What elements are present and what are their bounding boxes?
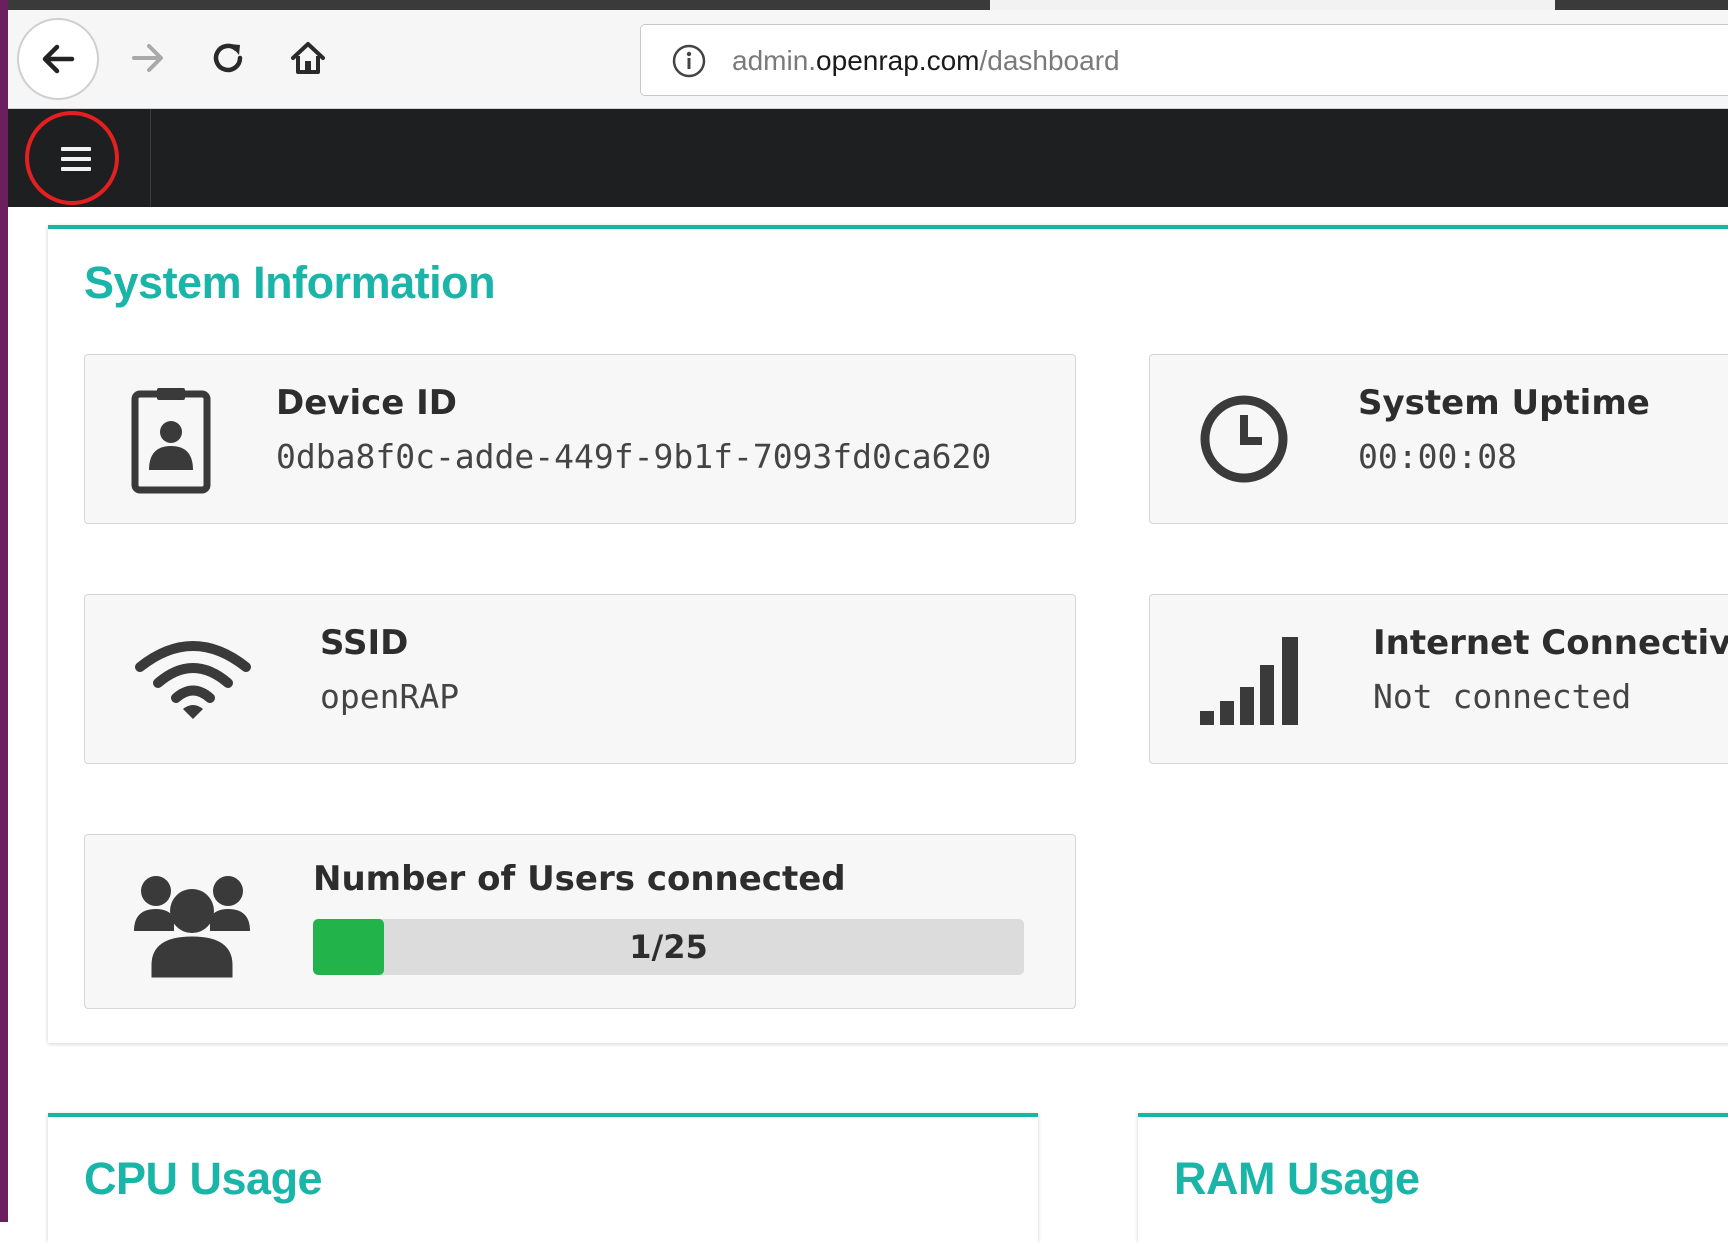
panel-title: RAM Usage	[1174, 1153, 1420, 1204]
reload-icon	[213, 43, 243, 73]
ram-usage-panel: RAM Usage	[1138, 1113, 1728, 1243]
menu-bar-line	[61, 157, 91, 161]
ssid-label: SSID	[320, 623, 409, 663]
system-uptime-label: System Uptime	[1358, 383, 1650, 423]
home-icon	[291, 42, 325, 74]
browser-tab[interactable]	[1555, 0, 1728, 10]
address-bar[interactable]: admin.openrap.com/dashboard	[640, 24, 1728, 96]
menu-bar-line	[61, 147, 91, 151]
internet-connectivity-value: Not connected	[1373, 677, 1632, 716]
back-button[interactable]	[17, 18, 99, 100]
wifi-icon	[133, 633, 253, 723]
users-progress-bar: 1/25	[313, 919, 1024, 975]
clock-icon	[1196, 391, 1292, 487]
info-circle-icon[interactable]	[671, 43, 707, 79]
arrow-right-icon	[132, 44, 163, 72]
panel-title: System Information	[84, 257, 496, 308]
arrow-left-icon	[42, 44, 75, 74]
url-prefix: admin.	[732, 45, 817, 76]
dashboard-content: System Information Device ID 0dba8f0c-ad…	[8, 207, 1728, 1243]
menu-bar-line	[61, 167, 91, 171]
internet-connectivity-card: Internet Connectivi Not connected	[1149, 594, 1728, 764]
device-id-value: 0dba8f0c-adde-449f-9b1f-7093fd0ca620	[276, 437, 992, 476]
forward-button[interactable]	[120, 30, 176, 86]
users-group-icon	[133, 871, 251, 981]
window-left-edge	[0, 0, 8, 1222]
home-button[interactable]	[280, 30, 336, 86]
ssid-value: openRAP	[320, 677, 460, 716]
users-connected-card: Number of Users connected 1/25	[84, 834, 1076, 1009]
url-text: admin.openrap.com/dashboard	[732, 43, 1120, 79]
users-progress-text: 1/25	[629, 928, 708, 966]
system-uptime-value: 00:00:08	[1358, 437, 1517, 476]
navbar-divider	[150, 109, 151, 207]
hamburger-menu-icon[interactable]	[48, 139, 104, 179]
browser-tab[interactable]	[8, 0, 990, 10]
system-uptime-card: System Uptime 00:00:08	[1149, 354, 1728, 524]
ssid-card: SSID openRAP	[84, 594, 1076, 764]
device-id-card: Device ID 0dba8f0c-adde-449f-9b1f-7093fd…	[84, 354, 1076, 524]
internet-connectivity-label: Internet Connectivi	[1373, 623, 1728, 663]
cpu-usage-panel: CPU Usage	[48, 1113, 1038, 1243]
url-host: openrap.com	[816, 45, 980, 76]
panel-title: CPU Usage	[84, 1153, 323, 1204]
device-id-label: Device ID	[276, 383, 458, 423]
system-information-panel: System Information Device ID 0dba8f0c-ad…	[48, 225, 1728, 1043]
browser-toolbar: admin.openrap.com/dashboard	[8, 10, 1728, 109]
id-badge-icon	[125, 381, 217, 501]
signal-bars-icon	[1198, 633, 1306, 725]
users-connected-label: Number of Users connected	[313, 859, 846, 899]
url-path: /dashboard	[979, 45, 1120, 76]
reload-button[interactable]	[200, 30, 256, 86]
app-navbar	[8, 109, 1728, 207]
